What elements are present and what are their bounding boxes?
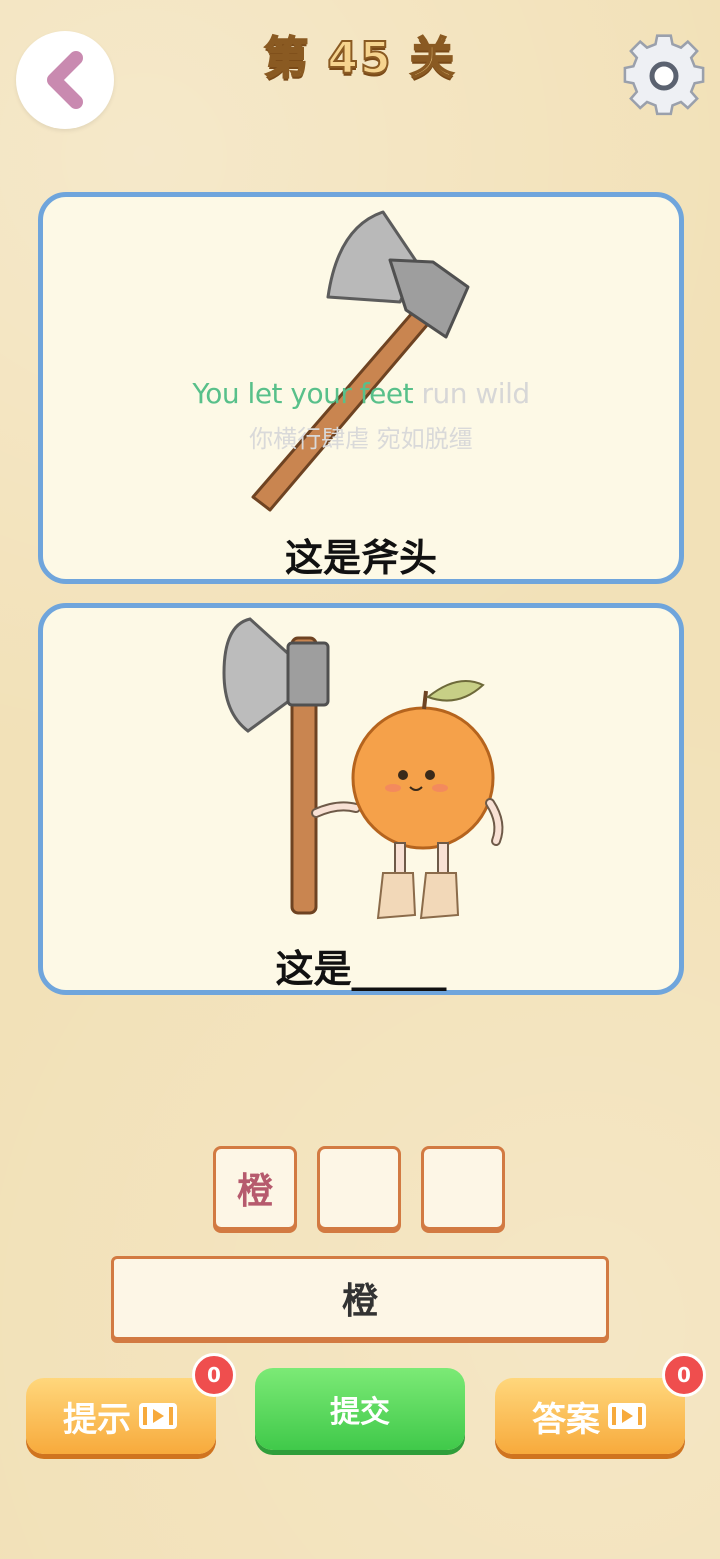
settings-button[interactable] [622,30,706,122]
lyric-subtitle-zh: 你横行肆虐 宛如脱缰 [249,425,473,453]
hint-label: 提示 [63,1399,131,1440]
lyric-subtitle-en: You let your feet run wild [43,377,679,410]
character-choice[interactable]: 橙 [111,1256,609,1340]
level-title: 第 45 关 [263,32,456,85]
video-icon [139,1403,177,1429]
lyric-rest: run wild [413,377,530,410]
answer-button[interactable]: 答案 [495,1378,685,1454]
card1-caption: 这是斧头 [284,536,437,580]
answer-label: 答案 [532,1399,600,1440]
answer-count-badge: 0 [662,1353,706,1397]
hint-button[interactable]: 提示 [26,1378,216,1454]
answer-slot-1[interactable]: 橙 [213,1146,297,1230]
submit-button[interactable]: 提交 [255,1368,465,1450]
video-icon [608,1403,646,1429]
axe-orange-illustration [222,617,504,920]
gear-icon [623,34,705,116]
question-card-1: You let your feet run wild 你横行肆虐 宛如脱缰 这是… [38,192,684,584]
question-card-2: 这是_____ [38,603,684,995]
answer-slot-3[interactable] [421,1146,505,1230]
card2-caption: 这是_____ [275,947,447,991]
lyric-highlight: You let your feet [192,377,414,410]
hint-count-badge: 0 [192,1353,236,1397]
answer-slot-2[interactable] [317,1146,401,1230]
